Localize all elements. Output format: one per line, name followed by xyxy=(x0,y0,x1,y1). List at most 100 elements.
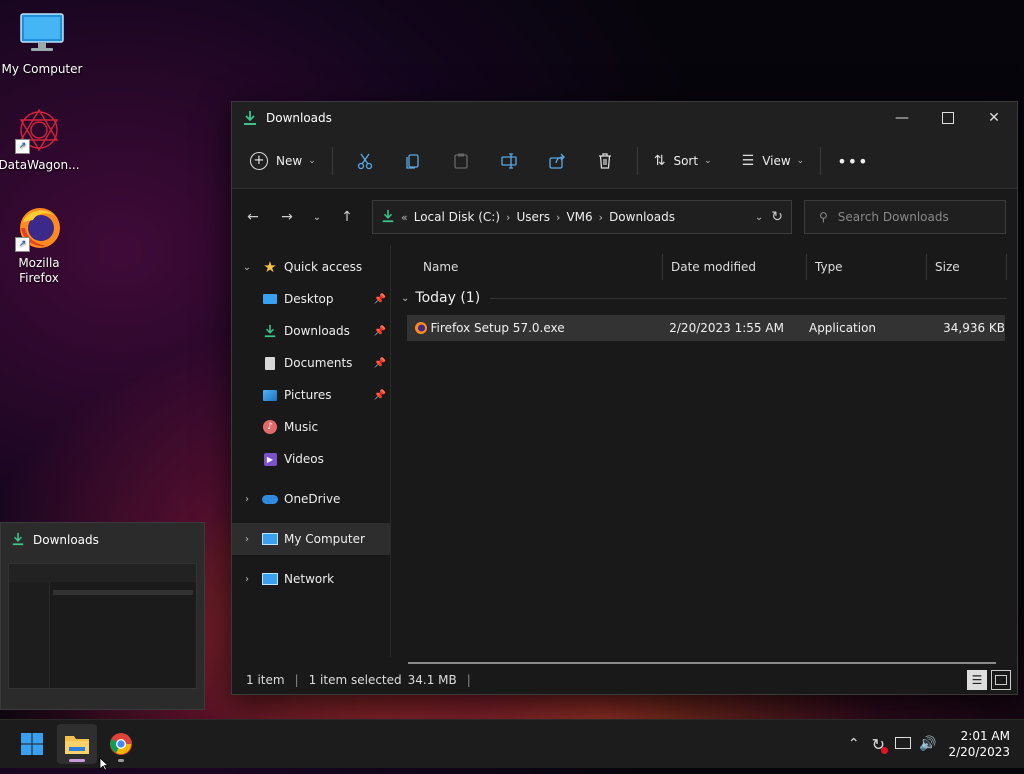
refresh-button[interactable]: ↻ xyxy=(771,209,783,225)
status-bar: 1 item | 1 item selected 34.1 MB | ☰ xyxy=(232,666,1017,694)
navigation-pane: ⌄ ★ Quick access Desktop 📌 Downloads 📌 D… xyxy=(232,245,391,657)
delete-button[interactable] xyxy=(589,145,621,177)
windows-logo-icon xyxy=(21,733,43,755)
nav-music[interactable]: ♪ Music xyxy=(232,411,390,443)
column-header-name[interactable]: Name xyxy=(391,254,663,280)
nav-downloads[interactable]: Downloads 📌 xyxy=(232,315,390,347)
document-icon xyxy=(262,355,278,371)
clock[interactable]: 2:01 AM 2/20/2023 xyxy=(948,728,1010,760)
details-view-button[interactable]: ☰ xyxy=(967,670,987,690)
download-icon xyxy=(11,532,25,549)
nav-desktop[interactable]: Desktop 📌 xyxy=(232,283,390,315)
search-placeholder: Search Downloads xyxy=(837,210,949,224)
file-row[interactable]: Firefox Setup 57.0.exe 2/20/2023 1:55 AM… xyxy=(407,315,1005,341)
maximize-button[interactable] xyxy=(925,102,971,134)
shortcut-arrow-icon: ↗ xyxy=(15,237,30,252)
column-header-date[interactable]: Date modified xyxy=(663,254,807,280)
back-button[interactable]: ← xyxy=(238,202,268,232)
breadcrumb-local-disk[interactable]: Local Disk (C:) xyxy=(414,210,500,224)
nav-network[interactable]: › Network xyxy=(232,563,390,595)
breadcrumb-users[interactable]: Users xyxy=(516,210,550,224)
sort-button[interactable]: ⇅ Sort ⌄ xyxy=(646,145,720,177)
shortcut-arrow-icon: ↗ xyxy=(15,139,30,154)
taskbar-file-explorer[interactable] xyxy=(57,724,97,764)
sync-status-icon[interactable]: ↻ xyxy=(872,735,889,754)
desktop-icon-label: DataWagon... xyxy=(0,158,80,172)
address-dropdown-button[interactable]: ⌄ xyxy=(755,212,763,223)
minimize-button[interactable]: — xyxy=(879,102,925,134)
search-icon: ⚲ xyxy=(819,210,828,224)
nav-documents[interactable]: Documents 📌 xyxy=(232,347,390,379)
view-label: View xyxy=(762,154,791,168)
desktop-icon-firefox[interactable]: ↗ Mozilla Firefox xyxy=(0,204,81,286)
breadcrumb-downloads[interactable]: Downloads xyxy=(609,210,675,224)
sort-icon: ⇅ xyxy=(653,153,666,169)
new-button[interactable]: + New ⌄ xyxy=(242,145,324,177)
nav-onedrive[interactable]: › OneDrive xyxy=(232,483,390,515)
scissors-icon xyxy=(357,153,372,170)
nav-pictures[interactable]: Pictures 📌 xyxy=(232,379,390,411)
mouse-cursor xyxy=(99,757,110,774)
desktop-icon-label: My Computer xyxy=(1,62,83,76)
share-button[interactable] xyxy=(541,145,573,177)
close-button[interactable]: ✕ xyxy=(971,102,1017,134)
copy-button[interactable] xyxy=(397,145,429,177)
chevron-down-icon: ⌄ xyxy=(312,211,322,223)
status-selected: 1 item selected xyxy=(308,673,402,687)
network-icon xyxy=(262,571,278,587)
chevron-right-icon[interactable]: › xyxy=(240,534,254,545)
horizontal-scrollbar[interactable] xyxy=(408,662,996,664)
taskbar-preview[interactable]: Downloads xyxy=(0,522,205,710)
network-status-icon[interactable] xyxy=(895,736,912,752)
desktop-icon-datawagon[interactable]: ↗ DataWagon... xyxy=(0,106,81,173)
nav-quick-access[interactable]: ⌄ ★ Quick access xyxy=(232,251,390,283)
paste-icon xyxy=(454,153,468,169)
file-date: 2/20/2023 1:55 AM xyxy=(669,321,784,335)
nav-videos[interactable]: ▶ Videos xyxy=(232,443,390,475)
folder-icon xyxy=(65,736,89,754)
up-button[interactable]: ↑ xyxy=(332,202,362,232)
show-hidden-icons-button[interactable]: ⌃ xyxy=(848,736,860,752)
paste-button[interactable] xyxy=(445,145,477,177)
column-header-size[interactable]: Size xyxy=(927,254,1007,280)
pin-icon: 📌 xyxy=(373,325,386,337)
main-area: ⌄ ★ Quick access Desktop 📌 Downloads 📌 D… xyxy=(232,245,1017,657)
breadcrumb-vm6[interactable]: VM6 xyxy=(566,210,592,224)
forward-button[interactable]: → xyxy=(272,202,302,232)
volume-icon[interactable]: 🔊 xyxy=(919,736,936,752)
title-bar[interactable]: Downloads — ✕ xyxy=(232,102,1017,134)
chrome-icon xyxy=(110,733,132,755)
desktop-icon-my-computer[interactable]: My Computer xyxy=(0,10,84,77)
tiles-view-button[interactable] xyxy=(991,670,1011,690)
chevron-down-icon[interactable]: ⌄ xyxy=(240,262,254,273)
toolbar-divider xyxy=(820,147,822,175)
nav-label: Pictures xyxy=(284,388,332,402)
clock-time: 2:01 AM xyxy=(960,729,1010,743)
status-size: 34.1 MB xyxy=(407,673,457,687)
more-options-button[interactable]: ••• xyxy=(829,145,876,177)
column-header-type[interactable]: Type xyxy=(807,254,927,280)
taskbar: ⌃ ↻ 🔊 2:01 AM 2/20/2023 xyxy=(0,719,1024,768)
view-button[interactable]: ☰ View ⌄ xyxy=(734,145,813,177)
download-icon xyxy=(262,323,278,339)
file-explorer-window[interactable]: Downloads — ✕ + New ⌄ ⇅ Sort ⌄ ☰ View ⌄ … xyxy=(231,101,1018,695)
system-tray: ⌃ ↻ 🔊 2:01 AM 2/20/2023 xyxy=(848,728,1024,760)
group-header-today[interactable]: ⌄ Today (1) xyxy=(401,283,1017,313)
nav-my-computer[interactable]: › My Computer xyxy=(232,523,390,555)
clock-date: 2/20/2023 xyxy=(948,745,1010,759)
chevron-right-icon[interactable]: › xyxy=(240,494,254,505)
chevron-right-icon[interactable]: › xyxy=(240,574,254,585)
start-button[interactable] xyxy=(12,724,52,764)
preview-title: Downloads xyxy=(33,533,99,547)
chevron-down-icon: ⌄ xyxy=(308,156,316,166)
monitor-icon xyxy=(262,531,278,547)
rename-button[interactable] xyxy=(493,145,525,177)
address-row: ← → ⌄ ↑ « Local Disk (C:) › Users › VM6 … xyxy=(232,189,1017,245)
address-bar[interactable]: « Local Disk (C:) › Users › VM6 › Downlo… xyxy=(372,200,792,234)
recent-locations-button[interactable]: ⌄ xyxy=(302,202,332,232)
chevron-down-icon: ⌄ xyxy=(704,156,712,166)
installer-icon xyxy=(413,320,429,336)
address-overflow-icon[interactable]: « xyxy=(401,211,408,224)
cut-button[interactable] xyxy=(349,145,381,177)
search-box[interactable]: ⚲ Search Downloads xyxy=(804,200,1006,234)
